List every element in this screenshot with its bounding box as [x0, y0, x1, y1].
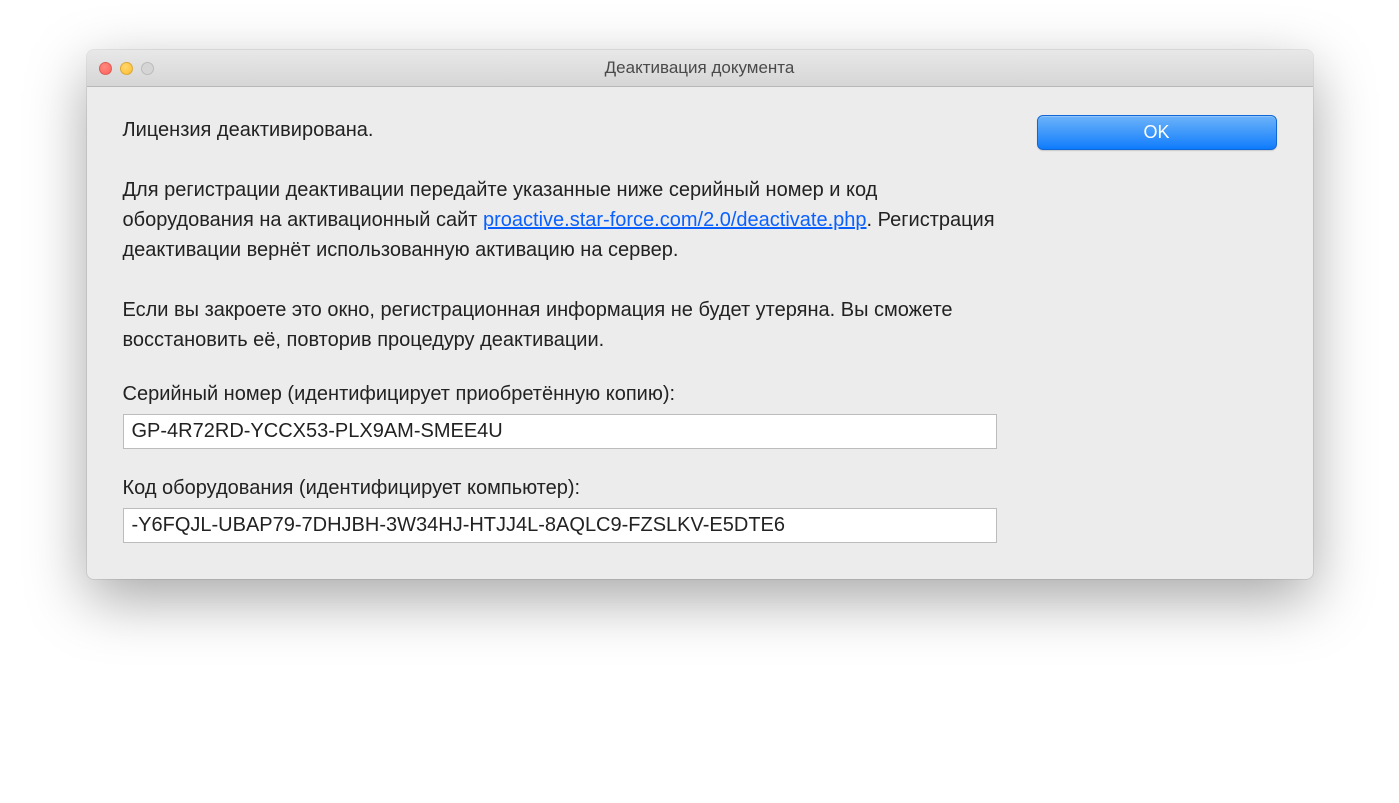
serial-input[interactable]: [123, 414, 997, 449]
traffic-lights: [99, 62, 154, 75]
serial-label: Серийный номер (идентифицирует приобретё…: [123, 383, 997, 406]
hardware-label: Код оборудования (идентифицирует компьют…: [123, 477, 997, 500]
left-column: Лицензия деактивирована. Для регистрации…: [123, 115, 997, 543]
status-line: Лицензия деактивирована.: [123, 115, 997, 145]
dialog-window: Деактивация документа Лицензия деактивир…: [87, 50, 1313, 579]
maximize-icon: [141, 62, 154, 75]
minimize-icon[interactable]: [120, 62, 133, 75]
deactivation-link[interactable]: proactive.star-force.com/2.0/deactivate.…: [483, 209, 867, 231]
window-title: Деактивация документа: [99, 58, 1301, 78]
close-icon[interactable]: [99, 62, 112, 75]
hardware-input[interactable]: [123, 508, 997, 543]
instruction-paragraph: Для регистрации деактивации передайте ук…: [123, 175, 997, 265]
titlebar: Деактивация документа: [87, 50, 1313, 87]
info-paragraph: Если вы закроете это окно, регистрационн…: [123, 295, 997, 355]
content-area: Лицензия деактивирована. Для регистрации…: [87, 87, 1313, 579]
ok-button[interactable]: OK: [1037, 115, 1277, 150]
right-column: OK: [1037, 115, 1277, 150]
body-text: Лицензия деактивирована. Для регистрации…: [123, 115, 997, 355]
